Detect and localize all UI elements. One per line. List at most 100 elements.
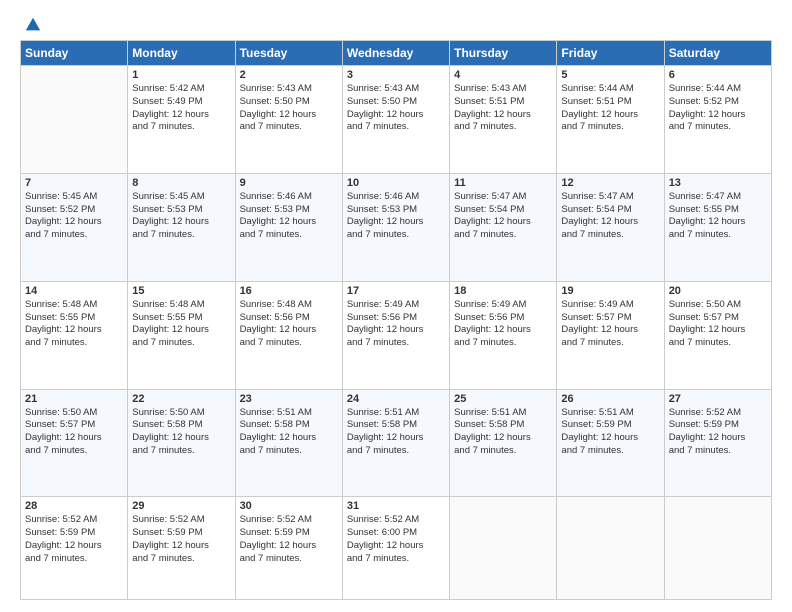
weekday-header-tuesday: Tuesday bbox=[235, 41, 342, 66]
day-info: Sunrise: 5:45 AM Sunset: 5:53 PM Dayligh… bbox=[132, 191, 230, 242]
day-number: 30 bbox=[240, 500, 338, 512]
calendar-cell: 17Sunrise: 5:49 AM Sunset: 5:56 PM Dayli… bbox=[342, 281, 449, 389]
day-number: 26 bbox=[561, 393, 659, 405]
day-info: Sunrise: 5:43 AM Sunset: 5:50 PM Dayligh… bbox=[347, 83, 445, 134]
day-number: 12 bbox=[561, 177, 659, 189]
day-info: Sunrise: 5:49 AM Sunset: 5:56 PM Dayligh… bbox=[347, 299, 445, 350]
week-row-1: 1Sunrise: 5:42 AM Sunset: 5:49 PM Daylig… bbox=[21, 66, 772, 174]
day-info: Sunrise: 5:48 AM Sunset: 5:55 PM Dayligh… bbox=[25, 299, 123, 350]
calendar-cell bbox=[21, 66, 128, 174]
calendar-cell: 12 Sunrise: 5:47 AM Sunset: 5:54 PM Dayli… bbox=[557, 173, 664, 281]
calendar-cell: 31 Sunrise: 5:52 AM Sunset: 6:00 PM Dayli… bbox=[342, 497, 449, 600]
day-info: Sunrise: 5:46 AM Sunset: 5:53 PM Dayligh… bbox=[240, 191, 338, 242]
day-number: 20 bbox=[669, 285, 767, 297]
day-number: 3 bbox=[347, 69, 445, 81]
day-number: 13 bbox=[669, 177, 767, 189]
weekday-header-saturday: Saturday bbox=[664, 41, 771, 66]
day-number: 16 bbox=[240, 285, 338, 297]
day-info: Sunrise: 5:52 AM Sunset: 5:59 PM Dayligh… bbox=[25, 514, 123, 565]
calendar-cell: 29 Sunrise: 5:52 AM Sunset: 5:59 PM Dayli… bbox=[128, 497, 235, 600]
calendar-cell: 6Sunrise: 5:44 AM Sunset: 5:52 PM Daylig… bbox=[664, 66, 771, 174]
calendar-cell: 23 Sunrise: 5:51 AM Sunset: 5:58 PM Dayli… bbox=[235, 389, 342, 497]
day-number: 9 bbox=[240, 177, 338, 189]
day-number: 18 bbox=[454, 285, 552, 297]
week-row-3: 14 Sunrise: 5:48 AM Sunset: 5:55 PM Dayli… bbox=[21, 281, 772, 389]
day-info: Sunrise: 5:51 AM Sunset: 5:58 PM Dayligh… bbox=[454, 407, 552, 458]
weekday-header-friday: Friday bbox=[557, 41, 664, 66]
calendar-cell: 3 Sunrise: 5:43 AM Sunset: 5:50 PM Daylig… bbox=[342, 66, 449, 174]
calendar-cell bbox=[450, 497, 557, 600]
weekday-header-thursday: Thursday bbox=[450, 41, 557, 66]
day-info: Sunrise: 5:52 AM Sunset: 5:59 PM Dayligh… bbox=[669, 407, 767, 458]
day-info: Sunrise: 5:52 AM Sunset: 6:00 PM Dayligh… bbox=[347, 514, 445, 565]
day-info: Sunrise: 5:48 AM Sunset: 5:55 PM Dayligh… bbox=[132, 299, 230, 350]
day-info: Sunrise: 5:48 AM Sunset: 5:56 PM Dayligh… bbox=[240, 299, 338, 350]
day-info: Sunrise: 5:50 AM Sunset: 5:57 PM Dayligh… bbox=[25, 407, 123, 458]
day-number: 24 bbox=[347, 393, 445, 405]
calendar-cell: 18 Sunrise: 5:49 AM Sunset: 5:56 PM Dayli… bbox=[450, 281, 557, 389]
day-info: Sunrise: 5:52 AM Sunset: 5:59 PM Dayligh… bbox=[132, 514, 230, 565]
calendar-cell: 8 Sunrise: 5:45 AM Sunset: 5:53 PM Daylig… bbox=[128, 173, 235, 281]
calendar-cell: 7 Sunrise: 5:45 AM Sunset: 5:52 PM Daylig… bbox=[21, 173, 128, 281]
calendar-table: SundayMondayTuesdayWednesdayThursdayFrid… bbox=[20, 40, 772, 600]
calendar-cell: 27 Sunrise: 5:52 AM Sunset: 5:59 PM Dayli… bbox=[664, 389, 771, 497]
header bbox=[20, 16, 772, 30]
day-number: 7 bbox=[25, 177, 123, 189]
calendar-cell: 19 Sunrise: 5:49 AM Sunset: 5:57 PM Dayli… bbox=[557, 281, 664, 389]
day-number: 14 bbox=[25, 285, 123, 297]
weekday-header-wednesday: Wednesday bbox=[342, 41, 449, 66]
day-info: Sunrise: 5:46 AM Sunset: 5:53 PM Dayligh… bbox=[347, 191, 445, 242]
day-info: Sunrise: 5:47 AM Sunset: 5:54 PM Dayligh… bbox=[454, 191, 552, 242]
weekday-header-row: SundayMondayTuesdayWednesdayThursdayFrid… bbox=[21, 41, 772, 66]
day-info: Sunrise: 5:43 AM Sunset: 5:51 PM Dayligh… bbox=[454, 83, 552, 134]
day-number: 8 bbox=[132, 177, 230, 189]
day-info: Sunrise: 5:49 AM Sunset: 5:57 PM Dayligh… bbox=[561, 299, 659, 350]
calendar-cell: 14 Sunrise: 5:48 AM Sunset: 5:55 PM Dayli… bbox=[21, 281, 128, 389]
day-info: Sunrise: 5:42 AM Sunset: 5:49 PM Dayligh… bbox=[132, 83, 230, 134]
day-number: 25 bbox=[454, 393, 552, 405]
day-number: 27 bbox=[669, 393, 767, 405]
calendar-cell: 28 Sunrise: 5:52 AM Sunset: 5:59 PM Dayli… bbox=[21, 497, 128, 600]
calendar-cell: 1Sunrise: 5:42 AM Sunset: 5:49 PM Daylig… bbox=[128, 66, 235, 174]
day-info: Sunrise: 5:51 AM Sunset: 5:58 PM Dayligh… bbox=[240, 407, 338, 458]
calendar-cell bbox=[664, 497, 771, 600]
day-number: 31 bbox=[347, 500, 445, 512]
calendar-cell: 25 Sunrise: 5:51 AM Sunset: 5:58 PM Dayli… bbox=[450, 389, 557, 497]
calendar-cell: 4 Sunrise: 5:43 AM Sunset: 5:51 PM Daylig… bbox=[450, 66, 557, 174]
day-info: Sunrise: 5:49 AM Sunset: 5:56 PM Dayligh… bbox=[454, 299, 552, 350]
day-number: 19 bbox=[561, 285, 659, 297]
calendar-cell: 16 Sunrise: 5:48 AM Sunset: 5:56 PM Dayli… bbox=[235, 281, 342, 389]
calendar-cell: 20 Sunrise: 5:50 AM Sunset: 5:57 PM Dayli… bbox=[664, 281, 771, 389]
calendar-cell: 5 Sunrise: 5:44 AM Sunset: 5:51 PM Daylig… bbox=[557, 66, 664, 174]
calendar-cell: 22Sunrise: 5:50 AM Sunset: 5:58 PM Dayli… bbox=[128, 389, 235, 497]
day-info: Sunrise: 5:52 AM Sunset: 5:59 PM Dayligh… bbox=[240, 514, 338, 565]
day-info: Sunrise: 5:44 AM Sunset: 5:52 PM Dayligh… bbox=[669, 83, 767, 134]
day-info: Sunrise: 5:47 AM Sunset: 5:54 PM Dayligh… bbox=[561, 191, 659, 242]
calendar-cell: 11 Sunrise: 5:47 AM Sunset: 5:54 PM Dayli… bbox=[450, 173, 557, 281]
day-info: Sunrise: 5:51 AM Sunset: 5:58 PM Dayligh… bbox=[347, 407, 445, 458]
day-number: 5 bbox=[561, 69, 659, 81]
day-info: Sunrise: 5:44 AM Sunset: 5:51 PM Dayligh… bbox=[561, 83, 659, 134]
calendar-cell: 13 Sunrise: 5:47 AM Sunset: 5:55 PM Dayli… bbox=[664, 173, 771, 281]
day-info: Sunrise: 5:50 AM Sunset: 5:57 PM Dayligh… bbox=[669, 299, 767, 350]
calendar-cell: 21 Sunrise: 5:50 AM Sunset: 5:57 PM Dayli… bbox=[21, 389, 128, 497]
day-info: Sunrise: 5:45 AM Sunset: 5:52 PM Dayligh… bbox=[25, 191, 123, 242]
day-number: 2 bbox=[240, 69, 338, 81]
day-number: 11 bbox=[454, 177, 552, 189]
day-number: 4 bbox=[454, 69, 552, 81]
week-row-2: 7 Sunrise: 5:45 AM Sunset: 5:52 PM Daylig… bbox=[21, 173, 772, 281]
day-number: 29 bbox=[132, 500, 230, 512]
logo bbox=[20, 16, 42, 30]
day-number: 23 bbox=[240, 393, 338, 405]
day-info: Sunrise: 5:51 AM Sunset: 5:59 PM Dayligh… bbox=[561, 407, 659, 458]
day-number: 28 bbox=[25, 500, 123, 512]
calendar-cell: 15 Sunrise: 5:48 AM Sunset: 5:55 PM Dayli… bbox=[128, 281, 235, 389]
day-number: 15 bbox=[132, 285, 230, 297]
calendar-cell: 2Sunrise: 5:43 AM Sunset: 5:50 PM Daylig… bbox=[235, 66, 342, 174]
day-info: Sunrise: 5:47 AM Sunset: 5:55 PM Dayligh… bbox=[669, 191, 767, 242]
calendar-cell: 30 Sunrise: 5:52 AM Sunset: 5:59 PM Dayli… bbox=[235, 497, 342, 600]
day-number: 21 bbox=[25, 393, 123, 405]
day-number: 10 bbox=[347, 177, 445, 189]
calendar-cell bbox=[557, 497, 664, 600]
day-info: Sunrise: 5:50 AM Sunset: 5:58 PM Dayligh… bbox=[132, 407, 230, 458]
